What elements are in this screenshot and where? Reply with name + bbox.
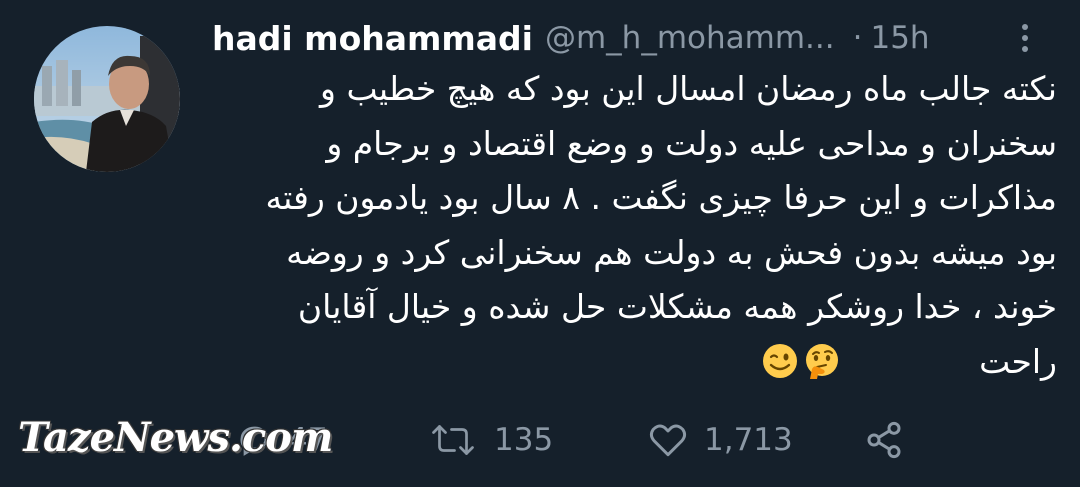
share-icon — [867, 421, 901, 459]
tweet-text: نکته جالب ماه رمضان امسال این بود که هیچ… — [265, 69, 1057, 381]
retweet-action[interactable]: 135 — [428, 410, 553, 470]
like-action[interactable]: 1,713 — [648, 410, 793, 470]
winking-face-icon — [763, 344, 797, 378]
watermark-logo: TazeNews.com — [18, 414, 333, 461]
retweet-icon — [432, 425, 474, 455]
author-handle[interactable]: @m_h_mohamm... — [545, 20, 835, 56]
header-separator: · — [852, 20, 863, 56]
avatar-image — [34, 26, 180, 172]
more-options-icon[interactable] — [1010, 18, 1040, 58]
share-action[interactable] — [862, 410, 906, 470]
author-display-name[interactable]: hadi mohammadi — [212, 19, 533, 58]
tweet-header: hadi mohammadi @m_h_mohamm... · 15h — [212, 12, 1062, 64]
retweet-count: 135 — [494, 422, 554, 458]
like-count: 1,713 — [704, 422, 793, 458]
heart-icon — [649, 424, 687, 457]
avatar[interactable] — [34, 26, 180, 172]
thinking-face-icon — [806, 344, 838, 379]
tweet-emojis — [762, 343, 840, 379]
tweet-timestamp[interactable]: 15h — [870, 20, 929, 56]
